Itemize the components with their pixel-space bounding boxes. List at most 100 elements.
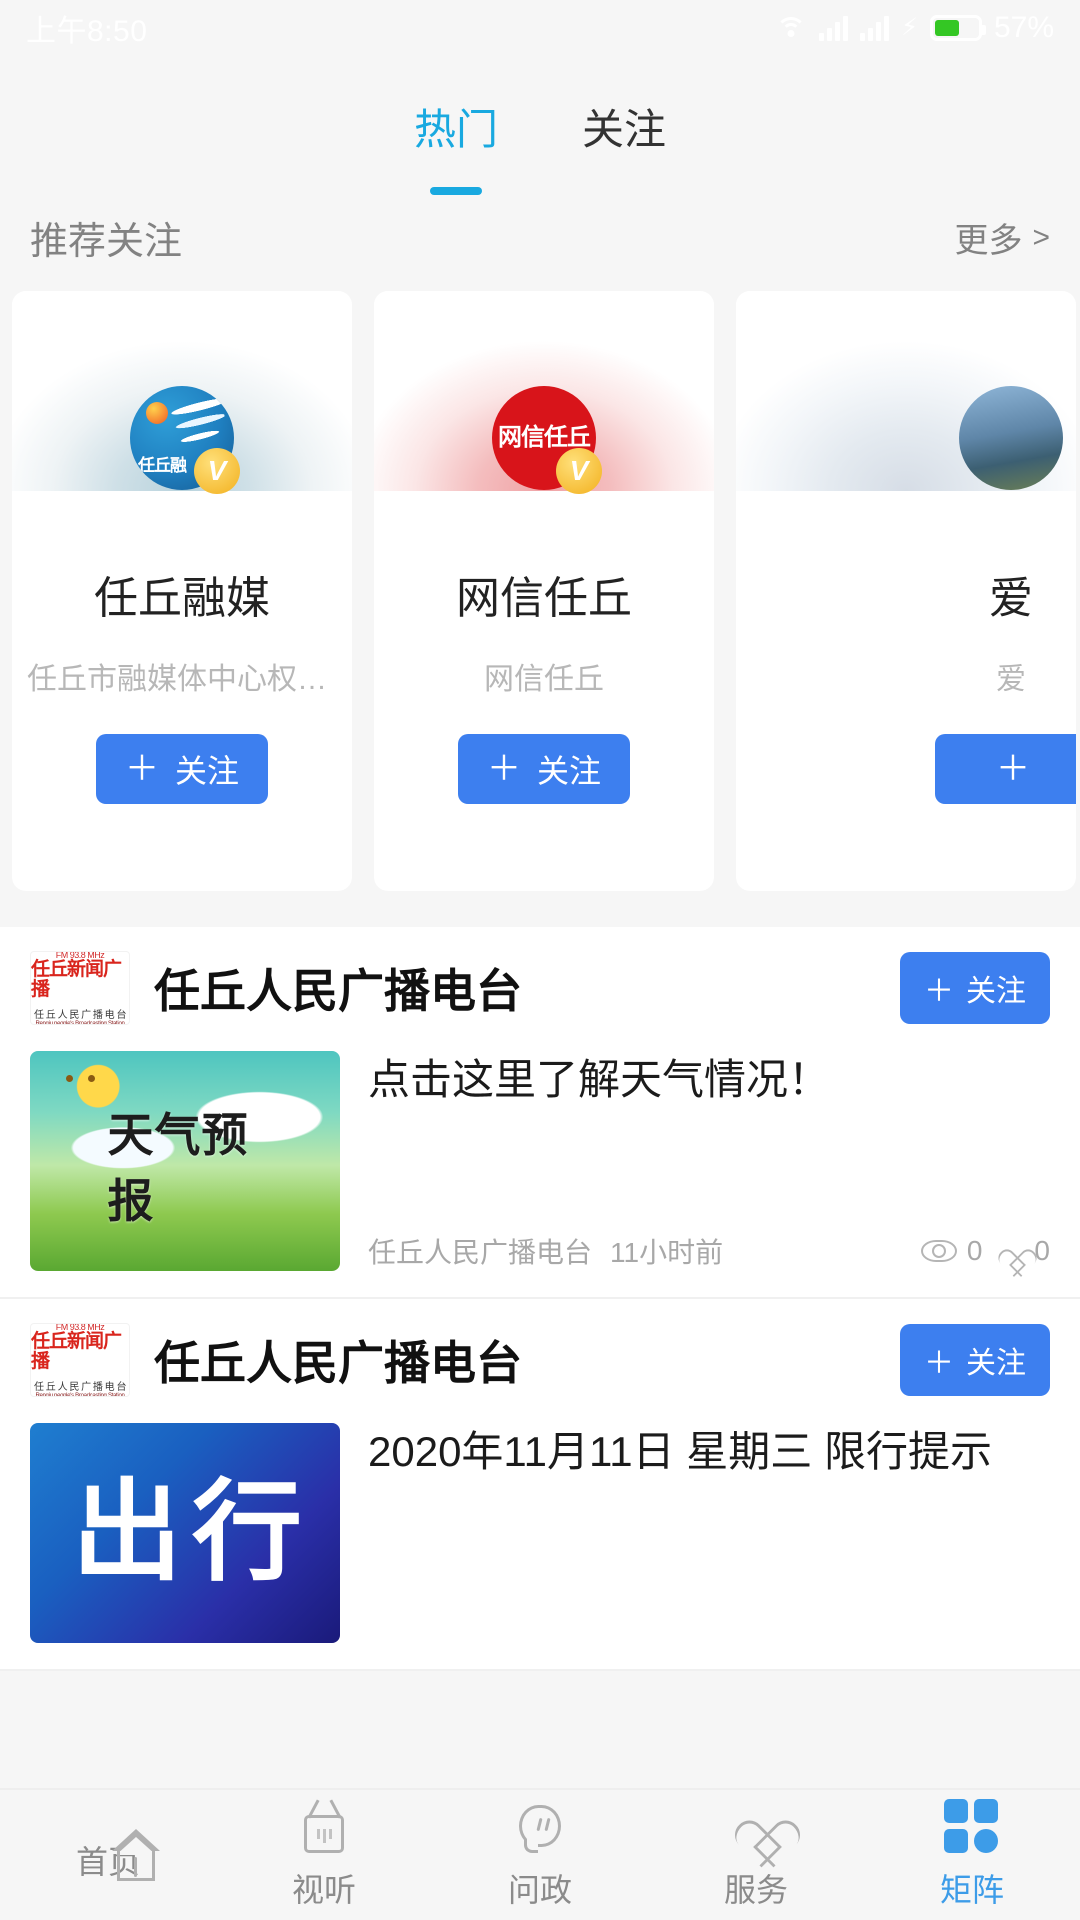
- logo-line-2: 任丘新闻广播: [31, 1330, 122, 1372]
- chat-bubble-icon: [512, 1799, 568, 1855]
- follow-button[interactable]: ＋ 关注: [458, 734, 630, 804]
- feed-item-header: FM 93.8 MHz 任丘新闻广播 任 丘 人 民 广 播 电 台 Renqi…: [0, 927, 1080, 1043]
- status-bar: 上午8:50 ⚡ 57%: [0, 0, 1080, 56]
- verified-badge-icon: V: [556, 448, 602, 494]
- nav-label-matrix: 矩阵: [939, 1872, 1004, 1908]
- recommend-more-label: 更多: [954, 222, 1023, 260]
- plus-icon: ＋: [924, 1347, 954, 1380]
- heart-icon: [728, 1799, 784, 1855]
- feed-meta-source: 任丘人民广播电台: [368, 1237, 593, 1268]
- recommend-card[interactable]: 爱 爱 ＋: [736, 291, 1076, 891]
- follow-button-label: 关注: [966, 975, 1026, 1008]
- status-bar-time: 上午8:50: [26, 15, 148, 48]
- view-count: 0: [920, 1235, 983, 1267]
- card-account-desc: 网信任丘: [484, 663, 604, 696]
- logo-line-3: 任 丘 人 民 广 播 电 台: [34, 1381, 126, 1393]
- card-account-desc: 任丘市融媒体中心权威...: [27, 663, 337, 696]
- status-bar-icons: ⚡ 57%: [775, 11, 1054, 45]
- feed-item-title[interactable]: 点击这里了解天气情况！: [368, 1051, 1050, 1109]
- bottom-navigation-bar: 首页 视听 问政 服务 矩阵: [0, 1788, 1080, 1920]
- logo-line-4: Renqiu people's Broadcasting Station: [35, 1392, 125, 1397]
- feed-item-header: FM 93.8 MHz 任丘新闻广播 任 丘 人 民 广 播 电 台 Renqi…: [0, 1299, 1080, 1415]
- nav-label-av: 视听: [291, 1872, 356, 1908]
- tv-icon: [296, 1799, 352, 1855]
- feed-item-stats: 0 0: [920, 1235, 1050, 1267]
- sun-dot-graphic: [146, 402, 168, 424]
- battery-percent: 57%: [993, 11, 1054, 44]
- plus-icon: ＋: [924, 975, 954, 1008]
- card-account-name: 任丘融媒: [94, 574, 270, 623]
- heart-icon: [996, 1238, 1024, 1264]
- feed-account-name[interactable]: 任丘人民广播电台: [154, 955, 900, 1021]
- feed-thumbnail[interactable]: 天气预报: [30, 1051, 340, 1271]
- recommend-card[interactable]: 任丘融 V 任丘融媒 任丘市融媒体中心权威... ＋ 关注: [12, 291, 352, 891]
- signal-icon: [819, 15, 849, 41]
- like-count-value: 0: [1034, 1235, 1050, 1266]
- thumbnail-text: 天气预报: [107, 1109, 249, 1228]
- signal-icon-2: [860, 15, 890, 41]
- feed-list: FM 93.8 MHz 任丘新闻广播 任 丘 人 民 广 播 电 台 Renqi…: [0, 927, 1080, 1671]
- thumbnail-char-2: 行: [192, 1471, 302, 1594]
- nav-item-politics[interactable]: 问政: [432, 1799, 648, 1911]
- nav-item-service[interactable]: 服务: [648, 1799, 864, 1911]
- recommend-header: 推荐关注 更多 >: [0, 196, 1080, 291]
- recommend-card-scroller[interactable]: 任丘融 V 任丘融媒 任丘市融媒体中心权威... ＋ 关注 网信任丘 V 网信任…: [0, 291, 1080, 891]
- feed-item-body[interactable]: 出 行 2020年11月11日 星期三 限行提示: [0, 1415, 1080, 1659]
- recommend-more-link[interactable]: 更多 >: [954, 213, 1050, 262]
- feed-item[interactable]: FM 93.8 MHz 任丘新闻广播 任 丘 人 民 广 播 电 台 Renqi…: [0, 927, 1080, 1299]
- feed-meta-time: 11小时前: [610, 1237, 724, 1268]
- feed-item-body[interactable]: 天气预报 点击这里了解天气情况！ 任丘人民广播电台 11小时前 0 0: [0, 1043, 1080, 1287]
- feed-item-title[interactable]: 2020年11月11日 星期三 限行提示: [368, 1423, 1050, 1481]
- tab-hot-label: 热门: [413, 105, 498, 153]
- tab-following-label: 关注: [582, 105, 667, 153]
- wifi-icon: [775, 15, 807, 41]
- feed-account-name[interactable]: 任丘人民广播电台: [154, 1327, 900, 1393]
- plus-icon: ＋: [124, 750, 159, 788]
- eye-icon: [920, 1240, 957, 1262]
- avatar: 任丘融 V: [130, 386, 240, 494]
- view-count-value: 0: [966, 1235, 983, 1266]
- tab-hot[interactable]: 热门: [402, 92, 510, 195]
- follow-button[interactable]: ＋ 关注: [900, 1324, 1050, 1396]
- avatar-text: 任丘融: [138, 456, 187, 475]
- station-logo-icon: FM 93.8 MHz 任丘新闻广播 任 丘 人 民 广 播 电 台 Renqi…: [30, 1323, 130, 1397]
- card-account-name: 网信任丘: [456, 574, 632, 623]
- plus-icon: ＋: [486, 750, 521, 788]
- nav-item-home[interactable]: 首页: [0, 1827, 216, 1883]
- follow-button[interactable]: ＋: [935, 734, 1076, 804]
- nav-item-av[interactable]: 视听: [216, 1799, 432, 1911]
- top-tab-bar: 热门 关注: [0, 56, 1080, 196]
- nav-item-matrix[interactable]: 矩阵: [864, 1799, 1080, 1911]
- sun-face-icon: [64, 1075, 102, 1095]
- tab-following[interactable]: 关注: [570, 92, 678, 161]
- like-count[interactable]: 0: [996, 1235, 1050, 1267]
- avatar-text: 网信任丘: [498, 424, 591, 451]
- battery-icon: [929, 15, 986, 41]
- avatar: 网信任丘 V: [492, 386, 602, 494]
- card-account-name: 爱: [989, 574, 1033, 623]
- recommend-title: 推荐关注: [30, 221, 183, 263]
- follow-button[interactable]: ＋ 关注: [900, 952, 1050, 1024]
- follow-button-label: 关注: [536, 753, 601, 789]
- verified-badge-icon: V: [194, 448, 240, 494]
- logo-line-2: 任丘新闻广播: [31, 958, 122, 1000]
- thumbnail-char-1: 出: [72, 1471, 182, 1594]
- feed-thumbnail[interactable]: 出 行: [30, 1423, 340, 1643]
- feed-item-meta: 任丘人民广播电台 11小时前 0 0: [368, 1213, 1050, 1271]
- feed-item[interactable]: FM 93.8 MHz 任丘新闻广播 任 丘 人 民 广 播 电 台 Renqi…: [0, 1299, 1080, 1671]
- grid-icon: [944, 1799, 1000, 1855]
- app-root: 上午8:50 ⚡ 57% 热门 关注 推荐关注 更多 > 任丘融 V 任丘融媒 …: [0, 0, 1080, 1920]
- station-logo-icon: FM 93.8 MHz 任丘新闻广播 任 丘 人 民 广 播 电 台 Renqi…: [30, 951, 130, 1025]
- follow-button-label: 关注: [174, 753, 239, 789]
- logo-line-3: 任 丘 人 民 广 播 电 台: [34, 1009, 126, 1021]
- feed-item-content: 2020年11月11日 星期三 限行提示: [368, 1423, 1050, 1643]
- follow-button[interactable]: ＋ 关注: [96, 734, 268, 804]
- avatar: [959, 386, 1063, 490]
- follow-button-label: 关注: [966, 1347, 1026, 1380]
- active-tab-indicator: [429, 186, 482, 195]
- nav-label-politics: 问政: [507, 1872, 572, 1908]
- chevron-right-icon: >: [1032, 220, 1050, 254]
- logo-line-4: Renqiu people's Broadcasting Station: [35, 1020, 125, 1025]
- recommend-card[interactable]: 网信任丘 V 网信任丘 网信任丘 ＋ 关注: [374, 291, 714, 891]
- feed-item-content: 点击这里了解天气情况！ 任丘人民广播电台 11小时前 0 0: [368, 1051, 1050, 1271]
